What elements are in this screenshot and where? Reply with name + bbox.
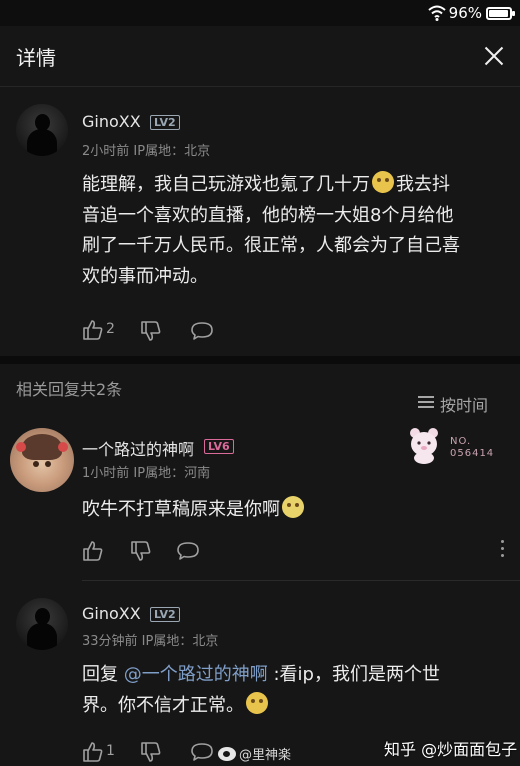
username[interactable]: 一个路过的神啊: [82, 436, 194, 460]
thumbs-up-icon: [83, 541, 103, 561]
content-line: 音追一个喜欢的直播，他的榜一大姐8个月给他: [82, 204, 454, 226]
bear-badge-icon: [410, 428, 438, 464]
emoji-icon: [372, 171, 394, 193]
weibo-icon: [218, 747, 236, 761]
page-title: 详情: [16, 46, 56, 70]
replies-count-label: 相关回复共2条: [16, 380, 123, 399]
thumbs-down-icon: [141, 742, 161, 762]
content-line: 我去抖: [396, 174, 450, 195]
collection-number-label: NO.: [450, 436, 472, 447]
content-line: :看ip，我们是两个世: [267, 664, 440, 685]
like-count: 1: [106, 743, 115, 759]
content-line: 能理解，我自己玩游戏也氪了几十万: [82, 174, 370, 195]
header: 详情: [0, 26, 520, 86]
comment-bubble-icon: [191, 322, 213, 340]
thumbs-up-icon: [83, 742, 103, 762]
dislike-button[interactable]: [130, 540, 154, 562]
comment-meta: 33分钟前 IP属地：北京: [82, 634, 219, 649]
like-count: 2: [106, 321, 115, 337]
username[interactable]: GinoXX: [82, 604, 141, 623]
like-button[interactable]: [82, 540, 106, 562]
sort-icon: [418, 396, 434, 408]
level-badge: LV6: [204, 439, 234, 454]
content-line: 吹牛不打草稿原来是你啊: [82, 499, 280, 520]
content-line: 刷了一千万人民币。很正常，人都会为了自己喜: [82, 235, 460, 256]
avatar[interactable]: [16, 104, 68, 156]
sort-button[interactable]: 按时间: [418, 392, 508, 415]
reply-button[interactable]: [176, 540, 200, 562]
avatar[interactable]: [10, 428, 74, 492]
level-badge: LV2: [150, 115, 180, 130]
dislike-button[interactable]: [140, 741, 164, 763]
dislike-button[interactable]: [140, 320, 164, 342]
more-options-icon[interactable]: [501, 540, 505, 558]
reply-prefix: 回复: [82, 664, 124, 685]
comment-content: 能理解，我自己玩游戏也氪了几十万 我去抖 音追一个喜欢的直播，他的榜一大姐8个月给…: [82, 170, 507, 292]
collection-number: NO. 056414: [450, 436, 494, 460]
comment-content: 回复 @一个路过的神啊 :看ip，我们是两个世 界。你不信才正常。: [82, 660, 507, 721]
comment-bubble-icon: [177, 542, 199, 560]
thumbs-up-icon: [83, 320, 103, 340]
collection-number-value: 056414: [450, 448, 495, 459]
weibo-watermark-text: @里神楽: [239, 748, 292, 763]
username[interactable]: GinoXX: [82, 112, 141, 131]
comment-meta: 1小时前 IP属地：河南: [82, 466, 211, 481]
reply-button[interactable]: [190, 741, 214, 763]
reply-button[interactable]: [190, 320, 214, 342]
content-line: 欢的事而冲动。: [82, 265, 208, 287]
header-divider: [0, 86, 520, 87]
comment-meta: 2小时前 IP属地：北京: [82, 144, 211, 159]
level-badge: LV2: [150, 607, 180, 622]
emoji-icon: [246, 691, 268, 714]
zhihu-watermark: 知乎 @炒面面包子: [384, 740, 518, 759]
avatar[interactable]: [16, 598, 68, 650]
comment-content: 吹牛不打草稿原来是你啊: [82, 495, 306, 526]
reply-divider: [82, 580, 520, 581]
like-button[interactable]: 2: [82, 319, 122, 341]
battery-fill: [489, 10, 508, 17]
like-button[interactable]: 1: [82, 741, 122, 763]
comment-bubble-icon: [191, 743, 213, 761]
close-button[interactable]: [480, 42, 508, 70]
emoji-icon: [282, 496, 304, 518]
wifi-icon: [428, 5, 446, 21]
section-separator: [0, 356, 520, 364]
thumbs-down-icon: [131, 541, 151, 561]
weibo-watermark: @里神楽: [218, 744, 291, 763]
battery-percentage: 96%: [448, 4, 482, 22]
content-line: 界。你不信才正常。: [82, 694, 244, 716]
status-bar: 96%: [0, 0, 520, 26]
battery-icon: [486, 7, 515, 20]
thumbs-down-icon: [141, 321, 161, 341]
sort-label: 按时间: [440, 396, 489, 415]
mention-link[interactable]: @一个路过的神啊: [124, 664, 268, 685]
